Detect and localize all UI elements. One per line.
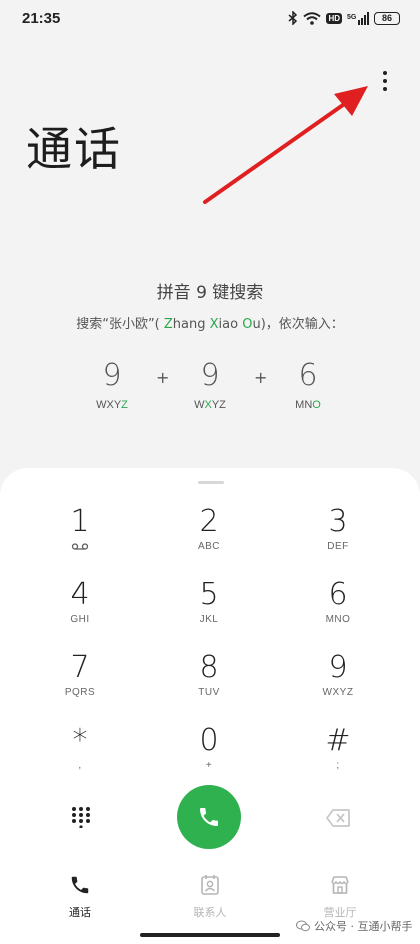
key-letters: ;: [336, 760, 340, 771]
contacts-icon: [201, 875, 219, 895]
dial-key-8[interactable]: 8 TUV: [154, 651, 264, 713]
key-letters: PQRS: [64, 687, 96, 698]
tab-contacts[interactable]: 联系人: [170, 870, 250, 920]
page-title: 通话: [26, 122, 122, 176]
tab-store[interactable]: 营业厅: [300, 870, 380, 920]
instruction-text: u: [252, 317, 261, 332]
key-letters: +: [205, 760, 213, 771]
wechat-icon: [296, 920, 310, 932]
key-letters: MNO: [325, 614, 351, 625]
instruction-letter: Z: [163, 317, 173, 332]
dial-key-4[interactable]: 4 GHI: [25, 578, 135, 640]
pinyin-search-title: 拼音 9 键搜索: [156, 283, 264, 303]
dial-key-9[interactable]: 9 WXYZ: [283, 651, 393, 713]
example-key-letters: WXYZ: [194, 399, 226, 411]
key-letters: GHI: [70, 614, 90, 625]
example-key-number: 9: [200, 358, 220, 393]
key-number: 9: [328, 650, 348, 685]
instruction-suffix: )，依次输入：: [260, 317, 344, 332]
instruction-letter: O: [242, 317, 253, 332]
dialpad-toggle-icon[interactable]: [70, 806, 92, 828]
dial-key-3[interactable]: 3 DEF: [283, 505, 393, 567]
key-letters: TUV: [198, 687, 220, 698]
tab-label: 联系人: [193, 906, 227, 919]
key-number: 0: [199, 723, 219, 758]
instruction-text: iao: [218, 317, 243, 332]
key-number: 6: [328, 577, 348, 612]
key-number: 5: [199, 577, 219, 612]
example-plus: +: [156, 368, 170, 387]
tab-label: 通话: [69, 906, 91, 919]
key-number: 2: [199, 504, 219, 539]
example-key-number: 9: [102, 358, 122, 393]
example-plus: +: [254, 368, 268, 387]
key-number: 8: [199, 650, 219, 685]
instruction-prefix: 搜索“张小欧”(: [76, 317, 164, 332]
key-letters: DEF: [327, 541, 349, 552]
key-letters: ,: [78, 760, 82, 771]
example-key: 9 WXYZ: [180, 358, 240, 411]
example-key-letters: MNO: [295, 399, 321, 411]
store-icon: [331, 876, 349, 894]
dial-key-5[interactable]: 5 JKL: [154, 578, 264, 640]
backspace-icon[interactable]: [325, 808, 351, 828]
annotation-arrow: [203, 86, 368, 204]
dial-key-1[interactable]: 1: [25, 505, 135, 567]
key-number: 3: [328, 504, 348, 539]
dial-key-6[interactable]: 6 MNO: [283, 578, 393, 640]
dial-key-2[interactable]: 2 ABC: [154, 505, 264, 567]
call-button[interactable]: [177, 785, 241, 849]
tab-calls[interactable]: 通话: [40, 870, 120, 920]
pinyin-example: 9 WXYZ + 9 WXYZ + 6 MNO: [0, 358, 420, 418]
key-number: #: [325, 723, 351, 758]
instruction-letter: X: [209, 317, 219, 332]
key-letters: JKL: [199, 614, 219, 625]
watermark-text: 公众号 · 互通小帮手: [314, 920, 413, 933]
pinyin-search-instruction: 搜索“张小欧”( Zhang Xiao Ou)，依次输入：: [0, 313, 420, 332]
key-number: 1: [70, 504, 90, 539]
phone-icon: [200, 808, 218, 826]
example-key: 9 WXYZ: [82, 358, 142, 411]
example-key: 6 MNO: [278, 358, 338, 411]
watermark: 公众号 · 互通小帮手: [296, 918, 413, 934]
dial-key-star[interactable]: * ,: [25, 724, 135, 786]
dial-key-0[interactable]: 0 +: [154, 724, 264, 786]
home-indicator[interactable]: [140, 933, 280, 937]
voicemail-icon: [71, 543, 89, 550]
drag-handle[interactable]: [198, 481, 224, 484]
key-letters: WXYZ: [322, 687, 354, 698]
dial-key-7[interactable]: 7 PQRS: [25, 651, 135, 713]
example-key-letters: WXYZ: [96, 399, 128, 411]
key-number: 7: [70, 650, 90, 685]
key-number: *: [72, 723, 88, 758]
instruction-text: hang: [172, 317, 210, 332]
key-letters: ABC: [197, 541, 221, 552]
phone-icon: [71, 876, 89, 894]
example-key-number: 6: [298, 358, 318, 393]
key-number: 4: [70, 577, 90, 612]
dial-key-hash[interactable]: # ;: [283, 724, 393, 786]
